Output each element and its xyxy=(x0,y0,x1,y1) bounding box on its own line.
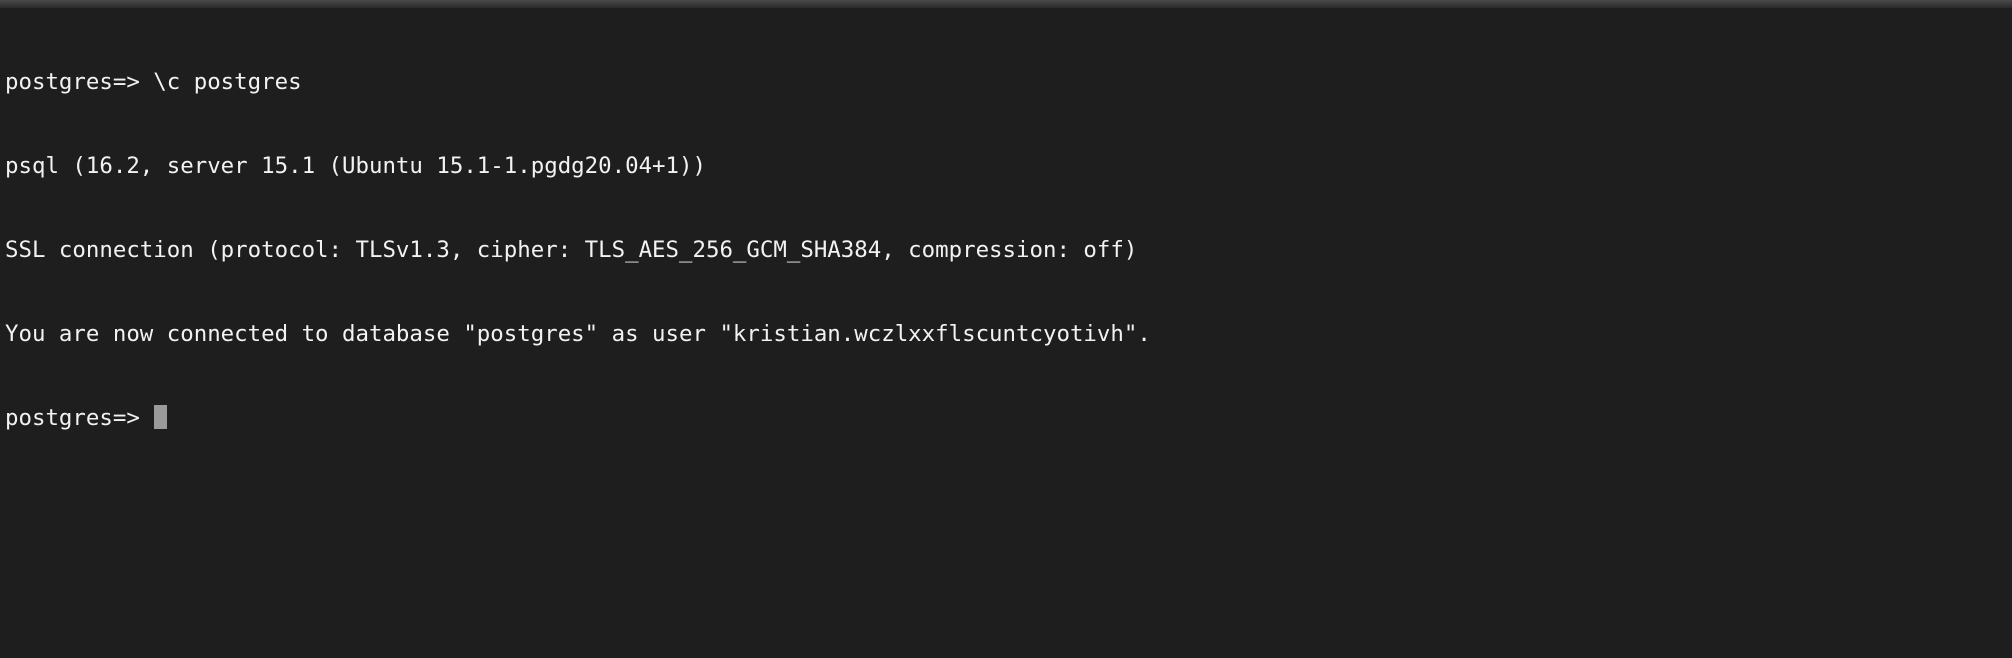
terminal-line-connected: You are now connected to database "postg… xyxy=(5,321,1151,347)
terminal-prompt-line[interactable]: postgres=> xyxy=(5,404,1151,432)
terminal-line-version: psql (16.2, server 15.1 (Ubuntu 15.1-1.p… xyxy=(5,153,706,179)
terminal-window[interactable]: postgres=> \c postgres psql (16.2, serve… xyxy=(0,8,2012,658)
window-top-border xyxy=(0,0,2012,8)
terminal-output: postgres=> \c postgres psql (16.2, serve… xyxy=(5,12,1151,488)
terminal-cursor xyxy=(153,405,167,429)
terminal-line-ssl: SSL connection (protocol: TLSv1.3, ciphe… xyxy=(5,237,1138,263)
terminal-prompt: postgres=> xyxy=(5,405,140,431)
terminal-line-command: postgres=> \c postgres xyxy=(5,69,302,95)
